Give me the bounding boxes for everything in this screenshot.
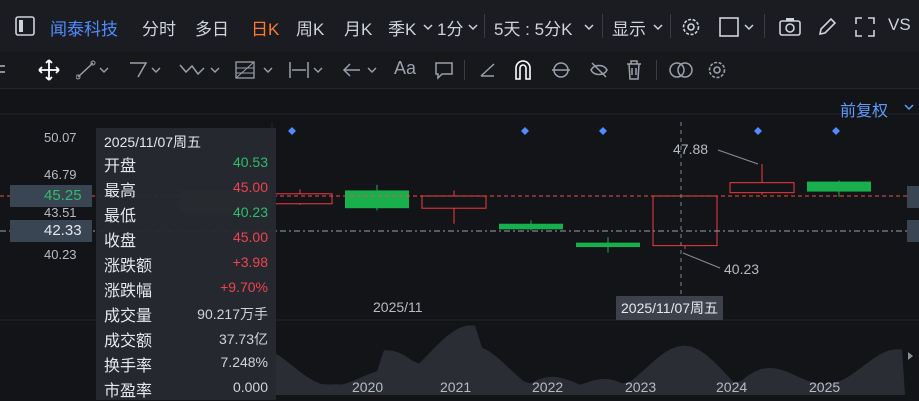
candles [267, 164, 871, 253]
chevron-down-icon[interactable] [743, 20, 755, 38]
year-label: 2025 [809, 379, 841, 395]
divider [764, 14, 765, 38]
year-label: 2022 [532, 379, 564, 395]
divider [656, 60, 657, 80]
overlay-icon[interactable] [668, 60, 694, 85]
candle-body [729, 182, 795, 194]
candle-body [576, 242, 640, 248]
wave-tool-icon[interactable] [178, 60, 222, 85]
panel-value: 0.000 [232, 379, 268, 395]
move-crosshair-icon[interactable] [38, 59, 60, 86]
panel-value: 90.217万手 [197, 306, 268, 322]
ruler-icon[interactable] [478, 60, 498, 85]
chevron-down-icon[interactable] [903, 100, 915, 119]
line-tool-icon[interactable] [75, 60, 110, 85]
crosshair-price-label: 42.33 [10, 220, 92, 242]
adjust-mode-button[interactable]: 前复权 [840, 97, 888, 121]
candle-body [499, 223, 563, 230]
event-markers [288, 127, 840, 135]
panel-value: 45.00 [232, 229, 268, 245]
menu-dots-icon[interactable] [0, 62, 6, 83]
crosshair-date-label: 2025/11/07周五 [616, 296, 724, 320]
trash-icon[interactable] [624, 59, 644, 86]
panel-value: +9.70% [220, 279, 268, 295]
candle-body [807, 181, 871, 192]
tab-monthly-k[interactable]: 月K [344, 15, 372, 40]
panel-value: 40.23 [232, 204, 268, 220]
comment-icon[interactable] [434, 60, 454, 85]
panel-value: 7.248% [220, 354, 268, 370]
panel-label: 市盈率 [104, 383, 153, 400]
candle-body [345, 190, 409, 209]
drawing-toolbar: Aa [0, 52, 919, 89]
month-label: 2025/11 [373, 299, 423, 315]
panel-label: 成交额 [104, 333, 153, 350]
year-label: 2020 [352, 379, 384, 395]
chevron-down-icon[interactable] [422, 20, 434, 38]
camera-icon[interactable] [778, 17, 802, 42]
hide-drawings-icon[interactable] [588, 59, 610, 86]
tab-1min[interactable]: 1分 [437, 15, 463, 40]
tab-duori[interactable]: 多日 [195, 15, 229, 40]
high-annotation: 47.88 [673, 141, 709, 157]
text-tool-icon[interactable]: Aa [394, 58, 416, 79]
panel-date: 2025/11/07周五 [104, 134, 202, 150]
panel-label: 涨跌幅 [104, 283, 153, 300]
y-tick: 46.79 [44, 167, 77, 182]
divider [464, 60, 465, 80]
range-tool-icon[interactable] [288, 60, 328, 85]
panel-label: 最高 [104, 183, 137, 200]
vs-compare-button[interactable]: VS [888, 15, 911, 35]
panel-value: 37.73亿 [218, 331, 268, 347]
tab-quarterly-k[interactable]: 季K [388, 15, 416, 40]
panel-label: 收盘 [104, 233, 137, 250]
candle-body [652, 195, 718, 247]
magnet-icon[interactable] [512, 59, 534, 86]
year-label: 2021 [440, 379, 472, 395]
gear-icon[interactable] [706, 59, 728, 86]
y-tick: 50.07 [44, 130, 77, 145]
chevron-down-icon[interactable] [583, 20, 595, 38]
sidebar-toggle-icon[interactable] [14, 15, 36, 42]
panel-value: +3.98 [232, 254, 268, 270]
panel-label: 换手率 [104, 358, 153, 375]
pencil-icon[interactable] [816, 16, 838, 43]
candle-body [267, 193, 333, 205]
checkbox-icon[interactable] [718, 16, 740, 43]
panel-label: 涨跌额 [104, 258, 153, 275]
year-label: 2024 [716, 379, 748, 395]
arrow-tool-icon[interactable] [342, 60, 382, 85]
divider [484, 14, 485, 38]
panel-label: 成交量 [104, 308, 153, 325]
panel-value: 45.00 [232, 179, 268, 195]
current-price-label: 45.25 [10, 185, 92, 207]
chevron-down-icon[interactable] [652, 20, 664, 38]
candle-body [421, 195, 487, 209]
main-toolbar: 闻泰科技 分时 多日 日K 周K 月K 季K 1分 5天 : 5分K 显示 VS [0, 0, 919, 53]
divider [602, 14, 603, 38]
tab-5day-5min[interactable]: 5天 : 5分K [494, 15, 572, 40]
display-dropdown[interactable]: 显示 [612, 15, 646, 40]
polyline-tool-icon[interactable] [128, 60, 162, 85]
fullscreen-icon[interactable] [854, 16, 876, 43]
panel-value: 40.53 [232, 154, 268, 170]
tab-daily-k[interactable]: 日K [251, 15, 279, 40]
tab-weekly-k[interactable]: 周K [296, 15, 324, 40]
y-tick: 43.51 [44, 205, 77, 220]
gear-icon[interactable] [680, 16, 702, 43]
ohlc-info-panel: 2025/11/07周五 开盘 40.53 最高 45.00 最低 40.23 收盘 45.0… [96, 128, 276, 400]
tab-fenshi[interactable]: 分时 [142, 15, 176, 40]
stock-name[interactable]: 闻泰科技 [50, 15, 118, 40]
sync-icon[interactable] [550, 59, 572, 86]
panel-label: 开盘 [104, 158, 137, 175]
chevron-down-icon[interactable] [467, 20, 479, 38]
year-label: 2023 [625, 379, 657, 395]
fibonacci-tool-icon[interactable] [234, 60, 278, 85]
low-annotation: 40.23 [724, 261, 760, 277]
y-tick: 40.23 [44, 247, 77, 262]
divider [670, 14, 671, 38]
panel-label: 最低 [104, 208, 137, 225]
